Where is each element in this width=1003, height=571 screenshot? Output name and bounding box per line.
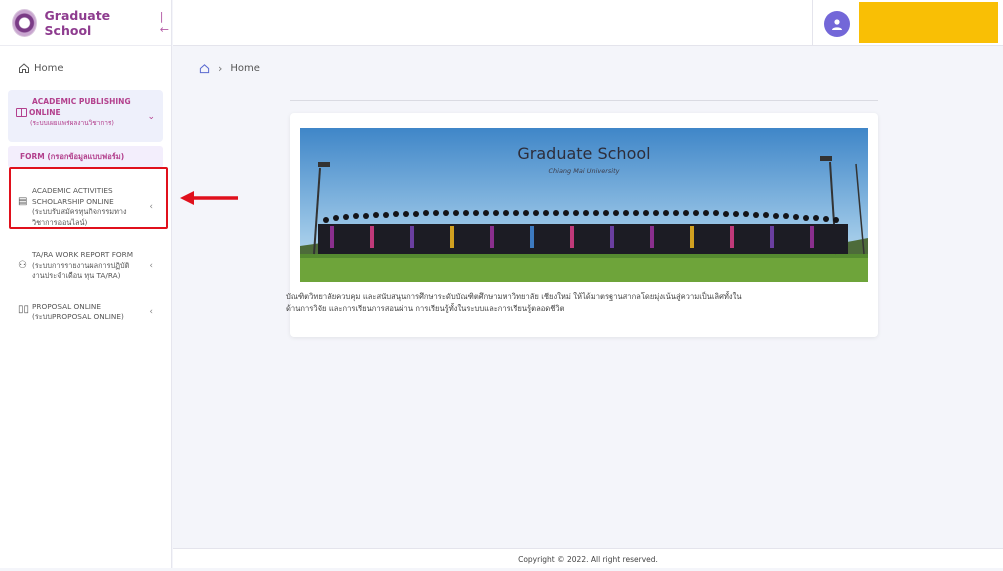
proposal-line1: PROPOSAL ONLINE: [32, 301, 101, 311]
sidebar-subitem-form[interactable]: FORM (กรอกข้อมูลแบบฟอร์ม): [8, 146, 163, 168]
sidebar-item-home[interactable]: Home: [0, 46, 171, 90]
sidebar-item-academic-publishing[interactable]: ACADEMIC PUBLISHING ONLINE (ระบบเผยแพร่ผ…: [8, 90, 163, 142]
highlight-box: [9, 167, 168, 229]
home-icon: [19, 63, 29, 73]
sidebar-item-ta-ra-work-report[interactable]: ⚇ TA/RA WORK REPORT FORM (ระบบการรายงานผ…: [8, 244, 163, 288]
chevron-down-icon[interactable]: ⌄: [147, 112, 155, 122]
chevron-left-icon[interactable]: ‹: [149, 261, 153, 271]
publishing-title-line2: ONLINE: [29, 108, 61, 117]
tara-line2: (ระบบการรายงานผลการปฏิบัติ: [32, 260, 130, 270]
footer: Copyright © 2022. All right reserved.: [173, 548, 1003, 568]
form-label: FORM (กรอกข้อมูลแบบฟอร์ม): [20, 152, 125, 161]
tara-line1: TA/RA WORK REPORT FORM: [32, 250, 134, 259]
sidebar-item-proposal-online[interactable]: ▯▯ PROPOSAL ONLINE (ระบบPROPOSAL ONLINE)…: [8, 296, 163, 329]
chevron-left-icon[interactable]: ‹: [149, 307, 153, 317]
navbar-divider: [812, 0, 813, 46]
brand-title[interactable]: Graduate School: [45, 8, 146, 38]
user-avatar[interactable]: [824, 11, 850, 37]
divider: [290, 100, 878, 101]
publishing-subtitle: (ระบบเผยแพร่ผลงานวิชาการ): [30, 119, 114, 127]
book-icon: [16, 108, 27, 117]
redacted-user-info: [859, 2, 998, 43]
banner-subtitle: Chiang Mai University: [548, 167, 620, 175]
collapse-sidebar-icon[interactable]: |←: [160, 10, 171, 36]
tara-line3: งานประจำเดือน ทุน TA/RA): [32, 271, 121, 280]
chevron-right-icon: ›: [218, 62, 223, 75]
users-icon: ⚇: [18, 260, 27, 271]
welcome-card: Graduate School Chiang Mai University บั…: [286, 113, 878, 337]
breadcrumb: › Home: [199, 62, 260, 75]
university-logo-icon: [12, 8, 37, 37]
sidebar: Graduate School |← Home ACADEMIC PUBLISH…: [0, 0, 172, 568]
top-navbar: [173, 0, 1003, 46]
breadcrumb-current: Home: [230, 63, 260, 74]
brand-header: Graduate School |←: [0, 0, 171, 46]
banner-title: Graduate School: [517, 144, 651, 163]
description-line2: ด้านการวิจัย และการเรียนการสอนผ่าน การเร…: [286, 304, 565, 313]
proposal-line2: (ระบบPROPOSAL ONLINE): [32, 312, 124, 321]
publishing-title-line1: ACADEMIC PUBLISHING: [32, 97, 131, 106]
description-line1: บัณฑิตวิทยาลัยควบคุม และสนับสนุนการศึกษา…: [286, 292, 742, 301]
open-book-icon: ▯▯: [18, 303, 30, 315]
red-arrow-annotation: [180, 191, 238, 205]
home-icon[interactable]: [199, 63, 210, 74]
sidebar-item-home-label: Home: [34, 62, 64, 74]
user-icon: [832, 19, 842, 30]
graduation-banner-image: Graduate School Chiang Mai University: [300, 128, 868, 282]
copyright-text: Copyright © 2022. All right reserved.: [518, 555, 658, 564]
